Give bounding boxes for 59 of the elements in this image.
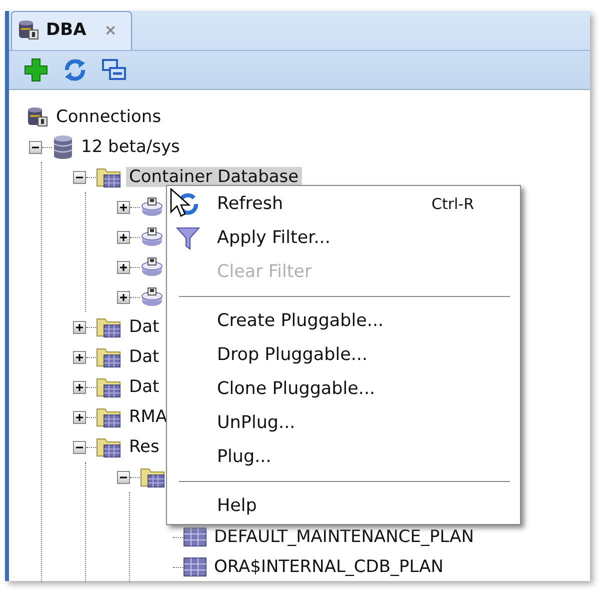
menu-item[interactable]: Clone Pluggable...	[167, 372, 520, 406]
expand-toggle[interactable]	[73, 380, 86, 394]
tree-item[interactable]: Connections	[53, 107, 164, 127]
plus-icon	[119, 292, 128, 302]
pluggable-database-icon	[140, 286, 164, 308]
collapse-toggle[interactable]	[73, 170, 86, 184]
add-icon[interactable]	[23, 57, 49, 83]
collapse-all-icon[interactable]	[101, 57, 127, 83]
folder-icon	[140, 466, 166, 488]
cursor-icon	[170, 188, 192, 218]
menu-item[interactable]: Create Pluggable...	[167, 304, 520, 338]
database-connection-icon	[18, 19, 40, 41]
tree-item[interactable]: Dat	[126, 347, 162, 367]
expand-toggle[interactable]	[73, 350, 86, 364]
folder-icon	[96, 346, 122, 368]
folder-icon	[96, 316, 122, 338]
database-connection-icon	[27, 106, 49, 128]
menu-item[interactable]: Refresh Ctrl-R	[167, 187, 520, 221]
tree-item[interactable]: Container Database	[126, 167, 302, 187]
table-icon	[183, 557, 207, 577]
collapse-toggle[interactable]	[29, 140, 42, 154]
tree-item[interactable]: Dat	[126, 377, 162, 397]
tab-label: DBA	[46, 20, 86, 40]
plus-icon	[119, 202, 128, 212]
tree-item[interactable]: ORA$INTERNAL_CDB_PLAN	[211, 557, 447, 577]
folder-icon	[96, 376, 122, 398]
expand-toggle[interactable]	[73, 320, 86, 334]
plus-icon	[75, 352, 84, 362]
expand-toggle[interactable]	[73, 410, 86, 424]
tree-item[interactable]: 12 beta/sys	[78, 137, 183, 157]
pluggable-database-icon	[140, 196, 164, 218]
collapse-toggle[interactable]	[73, 440, 86, 454]
table-icon	[183, 527, 207, 547]
folder-icon	[96, 166, 122, 188]
folder-icon	[96, 436, 122, 458]
pluggable-database-icon	[140, 226, 164, 248]
menu-item[interactable]: Apply Filter...	[167, 221, 520, 255]
tree-item[interactable]: DEFAULT_MAINTENANCE_PLAN	[211, 527, 477, 547]
menu-item[interactable]: Drop Pluggable...	[167, 338, 520, 372]
plus-icon	[75, 382, 84, 392]
collapse-toggle[interactable]	[117, 470, 130, 484]
tree-item[interactable]: Res	[126, 437, 162, 457]
filter-icon	[175, 225, 201, 251]
expand-toggle[interactable]	[117, 260, 130, 274]
plus-icon	[119, 232, 128, 242]
plus-icon	[119, 262, 128, 272]
plus-icon	[75, 412, 84, 422]
tree-item[interactable]: Dat	[126, 317, 162, 337]
menu-item[interactable]: Plug...	[167, 440, 520, 474]
menu-item[interactable]: Help	[167, 489, 520, 523]
expand-toggle[interactable]	[117, 200, 130, 214]
pluggable-database-icon	[140, 256, 164, 278]
plus-icon	[75, 322, 84, 332]
expand-toggle[interactable]	[117, 230, 130, 244]
folder-icon	[96, 406, 122, 428]
database-icon	[52, 135, 74, 159]
shortcut-label: Ctrl-R	[431, 195, 474, 213]
expand-toggle[interactable]	[117, 290, 130, 304]
tab[interactable]: DBA ×	[11, 11, 132, 50]
